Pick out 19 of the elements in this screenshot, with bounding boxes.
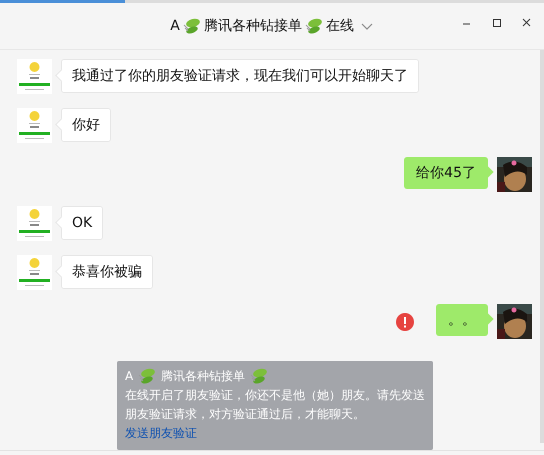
chevron-down-icon[interactable] (360, 21, 374, 31)
error-icon[interactable] (396, 312, 414, 330)
notice-text: 在线开启了朋友验证，你还不是他（她）朋友。请先发送朋友验证请求，对方验证通过后，才能聊天。 (125, 388, 425, 421)
contact-name: 腾讯各种钻接单 (204, 17, 302, 35)
contact-name: 腾讯各种钻接单 (161, 368, 246, 384)
message-text: 。。 (448, 312, 476, 328)
contact-name: A (125, 368, 134, 384)
message-text: 你好 (72, 117, 100, 133)
message-text: 给你45了 (416, 165, 476, 181)
message-text: 我通过了你的朋友验证请求，现在我们可以开始聊天了 (72, 68, 408, 84)
leaf-icon (137, 366, 158, 386)
status-text: 在线 (326, 17, 354, 35)
contact-name: A (170, 18, 180, 34)
message-text: 恭喜你被骗 (72, 264, 142, 280)
leaf-icon (182, 16, 202, 36)
message-text: OK (72, 215, 92, 231)
send-verification-link[interactable]: 发送朋友验证 (125, 426, 197, 440)
leaf-icon (304, 16, 324, 36)
leaf-icon (249, 366, 270, 386)
